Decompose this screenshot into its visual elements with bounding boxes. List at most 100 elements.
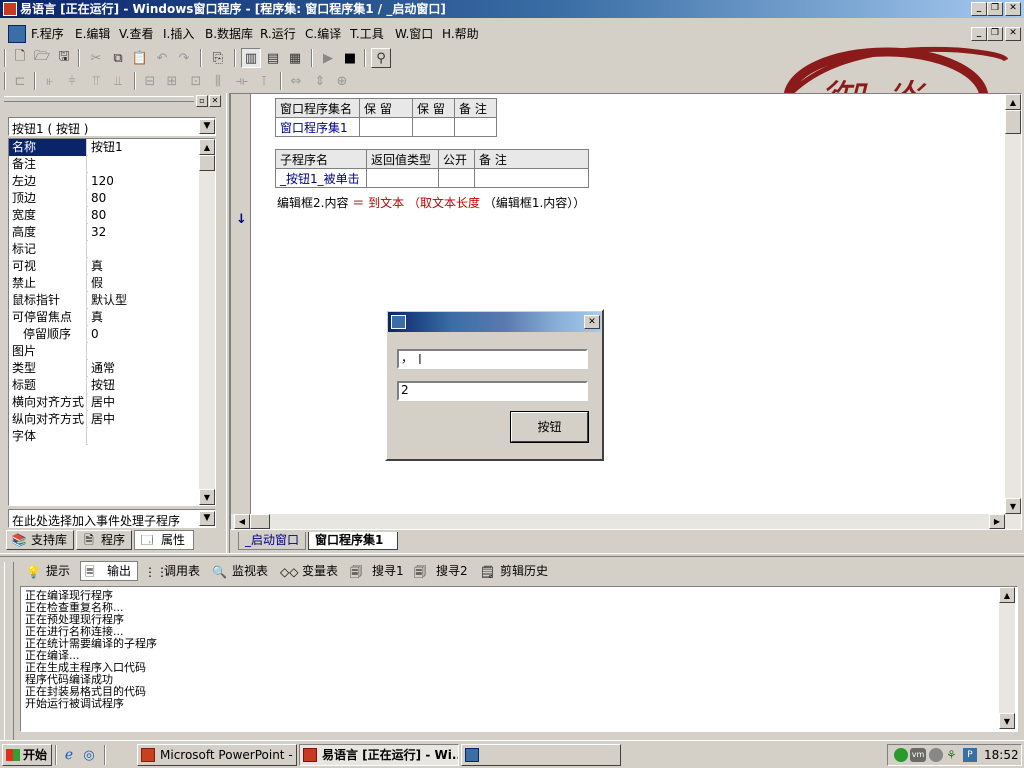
property-row[interactable]: 类型 通常 [9, 360, 199, 377]
editor-hscrollbar[interactable]: ◀ ▶ [231, 514, 1021, 529]
property-value[interactable]: 80 [88, 190, 199, 207]
output-textarea[interactable]: 正在编译现行程序 正在检查重复名称... 正在预处理现行程序 正在进行名称连接... 正… [20, 586, 1018, 732]
menu-edit[interactable]: E.编辑 [75, 26, 110, 42]
edit-box-2[interactable]: 2 [397, 381, 588, 401]
browser-icon[interactable]: ◎ [80, 746, 98, 764]
redo-icon[interactable]: ↷ [174, 48, 194, 68]
tray-disc-icon[interactable] [929, 748, 943, 762]
assembly-cell[interactable] [359, 117, 413, 137]
menu-help[interactable]: H.帮助 [442, 26, 479, 42]
property-value[interactable]: 0 [88, 326, 199, 343]
property-row[interactable]: 备注 [9, 156, 199, 173]
same-width-icon[interactable]: ⊟ [140, 71, 160, 91]
property-value[interactable] [88, 428, 199, 445]
property-value[interactable]: 32 [88, 224, 199, 241]
menu-view[interactable]: V.查看 [119, 26, 153, 42]
property-value[interactable]: 默认型 [88, 292, 199, 309]
close-icon[interactable]: ✕ [584, 315, 600, 329]
align-vcenter-icon[interactable]: ⫩ [62, 71, 82, 91]
property-value[interactable]: 80 [88, 207, 199, 224]
property-row[interactable]: 宽度 80 [9, 207, 199, 224]
property-row[interactable]: 标题 按钮 [9, 377, 199, 394]
dialog-app-icon[interactable] [391, 315, 406, 329]
dialog-button[interactable]: 按钮 [510, 411, 589, 443]
undo-icon[interactable]: ↶ [152, 48, 172, 68]
property-value[interactable]: 按钮1 [88, 139, 199, 156]
chevron-down-icon[interactable]: ▼ [199, 511, 215, 526]
panel-restore-icon[interactable]: ▫ [196, 95, 208, 107]
tab-support-library[interactable]: 📚 支持库 [6, 530, 74, 550]
tray-p-icon[interactable]: P [963, 748, 977, 762]
tab-output[interactable]: 🗏 输出 [80, 561, 138, 581]
layout-left-icon[interactable]: ▥ [241, 48, 261, 68]
stop-icon[interactable]: ■ [340, 48, 360, 68]
tab-hints[interactable]: 💡 提示 [20, 562, 78, 582]
layout-bottom-icon[interactable]: ▤ [263, 48, 283, 68]
task-eyuyan[interactable]: 易语言 [正在运行] - Wi... [299, 744, 459, 766]
document-icon[interactable] [8, 25, 26, 43]
menu-compile[interactable]: C.编译 [305, 26, 341, 42]
paste-icon[interactable]: 📋 [130, 48, 150, 68]
property-value[interactable] [88, 343, 199, 360]
network-icon[interactable] [894, 748, 908, 762]
align-left-icon[interactable]: ⊏ [10, 71, 30, 91]
same-size-icon[interactable]: ⊡ [186, 71, 206, 91]
start-button[interactable]: 开始 [2, 744, 52, 766]
property-value[interactable] [88, 156, 199, 173]
task-powerpoint[interactable]: Microsoft PowerPoint - [... [137, 744, 297, 766]
align-vleft-icon[interactable]: ⫦ [40, 71, 60, 91]
scroll-right-icon[interactable]: ▶ [989, 514, 1005, 529]
center-h-icon[interactable]: ⇔ [286, 71, 306, 91]
panel-grip[interactable] [4, 96, 194, 102]
open-folder-icon[interactable]: 🗁 [32, 48, 52, 68]
vm-icon[interactable]: vm [910, 748, 926, 762]
tab-call-stack[interactable]: ⋮⋮ 调用表 [140, 562, 206, 582]
app-icon[interactable] [3, 2, 17, 16]
property-row[interactable]: 左边 120 [9, 173, 199, 190]
property-row[interactable]: 禁止假 [9, 275, 199, 292]
sub-name-cell[interactable]: _按钮1_被单击 [275, 168, 367, 188]
menu-window[interactable]: W.窗口 [395, 26, 433, 42]
property-row[interactable]: 高度 32 [9, 224, 199, 241]
scroll-down-icon[interactable]: ▼ [199, 489, 215, 505]
center-v-icon[interactable]: ⇕ [310, 71, 330, 91]
center-both-icon[interactable]: ⊕ [332, 71, 352, 91]
menu-program[interactable]: F.程序 [31, 26, 64, 42]
property-value[interactable]: 通常 [88, 360, 199, 377]
sub-cell[interactable] [474, 168, 589, 188]
tab-watch[interactable]: 🔍 监视表 [208, 562, 272, 582]
property-row[interactable]: 可视真 [9, 258, 199, 275]
layout-full-icon[interactable]: ▦ [285, 48, 305, 68]
property-row[interactable]: 名称 按钮1 [9, 139, 199, 156]
tab-properties[interactable]: 🗔 属性 [134, 530, 194, 550]
vspace-left-icon[interactable]: ⟛ [232, 71, 252, 91]
copy-icon[interactable]: ⧉ [108, 48, 128, 68]
tab-clip-history[interactable]: 🗒 剪辑历史 [476, 562, 554, 582]
minimize-icon[interactable]: _ [971, 2, 987, 16]
menu-run[interactable]: R.运行 [260, 26, 296, 42]
output-grip[interactable] [4, 562, 14, 742]
scroll-thumb[interactable] [199, 155, 215, 171]
property-row[interactable]: 顶边 80 [9, 190, 199, 207]
menu-insert[interactable]: I.插入 [163, 26, 194, 42]
property-value[interactable]: 120 [88, 173, 199, 190]
property-row[interactable]: 可停留焦点真 [9, 309, 199, 326]
property-row[interactable]: 标记 [9, 241, 199, 258]
title-bar[interactable]: 易语言 [正在运行] - Windows窗口程序 - [程序集: 窗口程序集1 … [0, 0, 1024, 18]
align-top-icon[interactable]: ⫪ [86, 71, 106, 91]
sub-cell[interactable] [438, 168, 475, 188]
save-icon[interactable]: 🖫 [54, 48, 74, 68]
property-row[interactable]: 字体 [9, 428, 199, 445]
scroll-up-icon[interactable]: ▲ [199, 139, 215, 155]
tray-tools-icon[interactable]: ⚘ [946, 748, 960, 762]
tab-search2[interactable]: 🗐 搜寻2 [410, 562, 470, 582]
ie-icon[interactable]: ℯ [60, 746, 78, 764]
menu-tools[interactable]: T.工具 [350, 26, 384, 42]
cut-icon[interactable]: ✂ [86, 48, 106, 68]
find-icon[interactable]: ⎘ [208, 48, 228, 68]
property-row[interactable]: 横向对齐方式 居中 [9, 394, 199, 411]
binoculars-icon[interactable]: ⚲ [371, 48, 391, 68]
property-row[interactable]: 纵向对齐方式 居中 [9, 411, 199, 428]
close-icon[interactable]: ✕ [1005, 2, 1021, 16]
event-selector[interactable]: 在此处选择加入事件处理子程序 ▼ [8, 509, 216, 528]
